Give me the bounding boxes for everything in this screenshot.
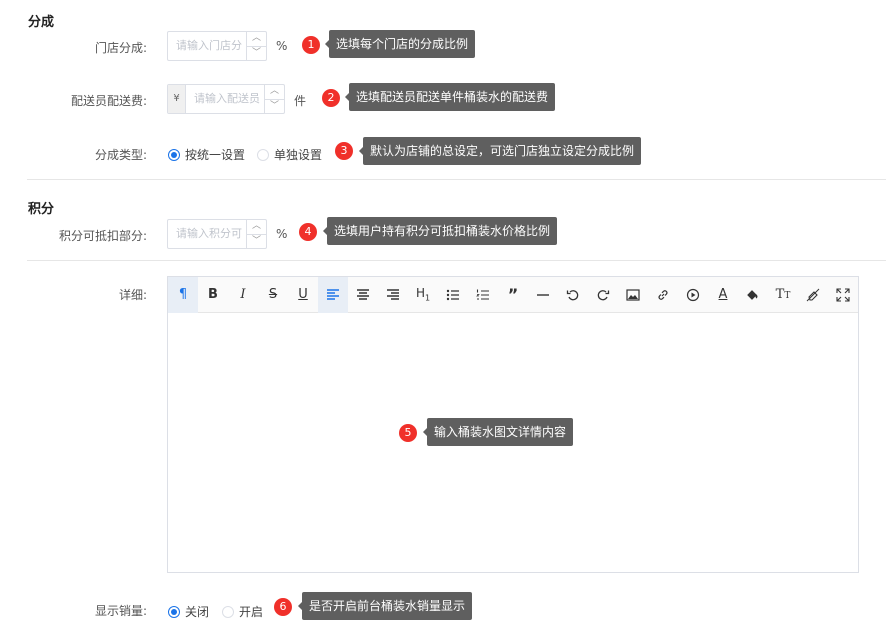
paragraph-icon[interactable]: ¶ [168, 276, 198, 313]
share-type-option-separate[interactable]: 单独设置 [257, 146, 322, 163]
store-share-stepper[interactable]: ︿ ﹀ [246, 32, 266, 60]
heading-icon[interactable]: H1 [408, 277, 438, 313]
italic-icon[interactable]: I [228, 277, 258, 313]
points-deduct-unit: % [276, 227, 288, 241]
stepper-up-icon[interactable]: ︿ [247, 220, 266, 234]
store-share-placeholder: 请输入门店分 [176, 39, 242, 52]
align-left-icon[interactable] [318, 276, 348, 313]
points-deduct-tip: 选填用户持有积分可抵扣桶装水价格比例 [322, 217, 558, 245]
points-deduct-placeholder: 请输入积分可 [176, 227, 242, 240]
radio-label: 开启 [239, 605, 264, 619]
details-label: 详细: [118, 288, 147, 302]
radio-label: 单独设置 [274, 148, 323, 162]
horizontal-rule-icon[interactable] [528, 277, 558, 313]
font-size-icon[interactable]: TT [768, 277, 798, 313]
share-type-label: 分成类型: [94, 148, 147, 162]
points-deduct-label: 积分可抵扣部分: [58, 229, 147, 243]
store-share-label: 门店分成: [94, 41, 147, 55]
delivery-fee-tip: 选填配送员配送单件桶装水的配送费 [344, 83, 556, 111]
step-badge-6: 6 [274, 598, 292, 616]
align-right-icon[interactable] [378, 277, 408, 313]
points-deduct-stepper[interactable]: ︿ ﹀ [246, 220, 266, 248]
delivery-fee-input[interactable]: ¥ 请输入配送员 ︿ ﹀ [167, 84, 285, 114]
video-icon[interactable] [678, 277, 708, 313]
step-badge-5: 5 [399, 424, 417, 442]
section-title-points: 积分 [28, 202, 55, 217]
bullet-list-icon[interactable] [438, 277, 468, 313]
fullscreen-icon[interactable] [828, 277, 858, 313]
delivery-fee-label: 配送员配送费: [70, 94, 147, 108]
radio-label: 按统一设置 [185, 148, 246, 162]
clear-format-icon[interactable] [798, 277, 828, 313]
step-badge-2: 2 [322, 89, 340, 107]
radio-label: 关闭 [185, 605, 210, 619]
section-title-commission: 分成 [28, 15, 55, 30]
show-sales-tip: 是否开启前台桶装水销量显示 [297, 592, 473, 620]
points-deduct-input[interactable]: 请输入积分可 ︿ ﹀ [167, 219, 267, 249]
share-type-tip: 默认为店铺的总设定，可选门店独立设定分成比例 [358, 137, 642, 165]
show-sales-option-on[interactable]: 开启 [222, 603, 263, 620]
section-divider [27, 179, 886, 180]
radio-unchecked-icon[interactable] [222, 605, 234, 618]
editor-toolbar: ¶ B I S U H1 ” A TT [168, 276, 858, 313]
font-color-icon[interactable]: A [708, 277, 738, 313]
underline-icon[interactable]: U [288, 277, 318, 313]
align-center-icon[interactable] [348, 277, 378, 313]
store-share-unit: % [276, 39, 288, 53]
step-badge-3: 3 [335, 142, 353, 160]
redo-icon[interactable] [588, 277, 618, 313]
store-share-input[interactable]: 请输入门店分 ︿ ﹀ [167, 31, 267, 61]
strikethrough-icon[interactable]: S [258, 277, 288, 313]
bold-icon[interactable]: B [198, 277, 228, 313]
currency-prefix: ¥ [168, 85, 186, 113]
step-badge-4: 4 [299, 223, 317, 241]
radio-unchecked-icon[interactable] [257, 148, 269, 161]
radio-checked-icon[interactable] [168, 605, 180, 618]
stepper-up-icon[interactable]: ︿ [265, 85, 284, 99]
image-icon[interactable] [618, 277, 648, 313]
undo-icon[interactable] [558, 277, 588, 313]
section-divider [27, 260, 886, 261]
delivery-fee-unit: 件 [294, 94, 307, 108]
stepper-down-icon[interactable]: ﹀ [265, 98, 284, 114]
stepper-up-icon[interactable]: ︿ [247, 32, 266, 46]
step-badge-1: 1 [302, 36, 320, 54]
fill-color-icon[interactable] [738, 277, 768, 313]
show-sales-option-off[interactable]: 关闭 [168, 603, 209, 620]
ordered-list-icon[interactable] [468, 277, 498, 313]
delivery-fee-placeholder: 请输入配送员 [194, 92, 260, 105]
quote-icon[interactable]: ” [498, 277, 528, 313]
radio-checked-icon[interactable] [168, 148, 180, 161]
show-sales-label: 显示销量: [94, 604, 147, 618]
stepper-down-icon[interactable]: ﹀ [247, 45, 266, 61]
details-tip: 输入桶装水图文详情内容 [422, 418, 574, 446]
delivery-fee-stepper[interactable]: ︿ ﹀ [264, 85, 284, 113]
share-type-option-unified[interactable]: 按统一设置 [168, 146, 245, 163]
stepper-down-icon[interactable]: ﹀ [247, 233, 266, 249]
store-share-tip: 选填每个门店的分成比例 [324, 30, 476, 58]
link-icon[interactable] [648, 277, 678, 313]
